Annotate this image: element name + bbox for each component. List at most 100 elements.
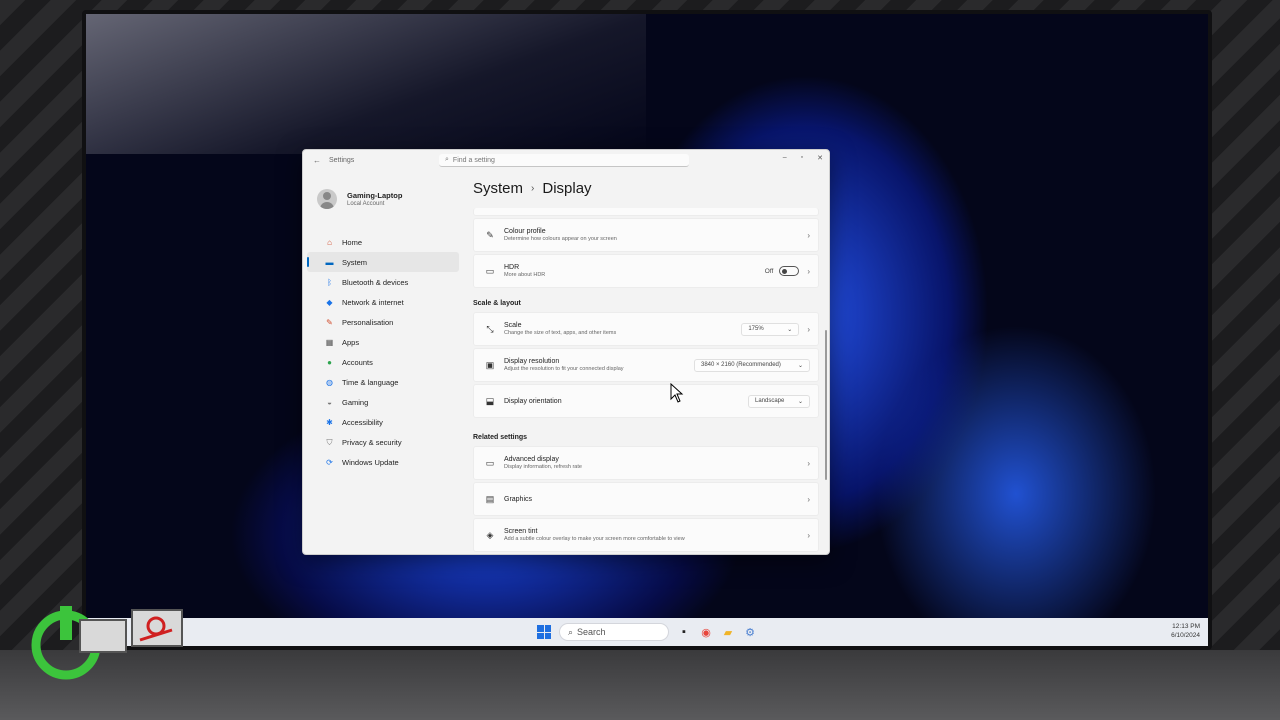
windows-start-icon[interactable] [537, 625, 551, 639]
avatar [317, 189, 337, 209]
search-icon: ⌕ [568, 626, 574, 637]
orientation-value: Landscape [755, 398, 785, 404]
taskbar-search[interactable]: ⌕ Search [559, 623, 669, 641]
screen-tint-desc: Add a subtle colour overlay to make your… [504, 536, 685, 542]
desk-surface [0, 650, 1280, 720]
maximize-button[interactable]: ▫ [801, 154, 803, 162]
breadcrumb: System › Display [463, 170, 829, 208]
globe-icon: ◍ [326, 377, 333, 387]
sidebar-item-accounts[interactable]: ● Accounts [307, 352, 459, 372]
search-input[interactable]: ⌕ Find a setting [439, 154, 689, 167]
account-icon: ● [327, 357, 332, 367]
sidebar-item-windows-update[interactable]: ⟳ Windows Update [307, 452, 459, 472]
minimize-button[interactable]: – [783, 154, 787, 162]
orientation-card[interactable]: ⬓ Display orientation Landscape ⌄ [473, 384, 819, 418]
search-icon: ⌕ [445, 156, 449, 163]
title-bar: ← Settings ⌕ Find a setting – ▫ ✕ [303, 150, 829, 170]
accessibility-icon: ✱ [326, 417, 333, 427]
section-scale-layout: Scale & layout [473, 300, 521, 307]
profile-account-type: Local Account [347, 201, 385, 207]
resolution-desc: Adjust the resolution to fit your connec… [504, 366, 624, 372]
sidebar-item-apps[interactable]: ▦ Apps [307, 332, 459, 352]
search-placeholder: Find a setting [452, 156, 495, 164]
app-title: Settings [329, 156, 355, 164]
chevron-down-icon: ⌄ [797, 398, 803, 405]
sidebar-item-system[interactable]: ▬ System [307, 252, 459, 272]
chevron-down-icon: ⌄ [797, 362, 803, 369]
monitor-icon: ▬ [325, 257, 334, 267]
channel-logo-icon [31, 606, 183, 680]
clock-date: 6/10/2024 [1171, 632, 1200, 639]
screen-tint-title: Screen tint [504, 528, 538, 535]
folder-icon[interactable]: ▰ [721, 625, 735, 639]
wifi-icon: ◆ [326, 297, 333, 307]
back-arrow-icon[interactable]: ← [313, 156, 321, 165]
chevron-right-icon: › [807, 458, 810, 468]
graphics-title: Graphics [504, 495, 533, 503]
chevron-right-icon: › [807, 230, 810, 240]
home-icon: ⌂ [327, 237, 332, 247]
clock-time: 12:13 PM [1172, 623, 1200, 630]
hdr-toggle-group: Off [765, 266, 800, 276]
hdr-card[interactable]: ▭ HDR More about HDR Off › [473, 254, 819, 288]
hdr-link[interactable]: More about HDR [504, 272, 765, 278]
sidebar-item-gaming[interactable]: ◒ Gaming [307, 392, 459, 412]
task-view-icon[interactable]: ▪ [677, 625, 691, 639]
window-controls: – ▫ ✕ [783, 154, 823, 162]
scale-card[interactable]: ⤡ Scale Change the size of text, apps, a… [473, 312, 819, 346]
breadcrumb-separator-icon: › [531, 183, 535, 194]
chrome-icon[interactable]: ◉ [699, 625, 713, 639]
colour-profile-card[interactable]: ✎ Colour profile Determine how colours a… [473, 218, 819, 252]
update-icon: ⟳ [326, 457, 333, 467]
display-icon: ▭ [485, 457, 495, 468]
section-related-settings: Related settings [473, 434, 528, 441]
advanced-display-desc: Display information, refresh rate [504, 464, 582, 470]
settings-gear-icon[interactable]: ⚙ [743, 625, 757, 639]
chevron-right-icon: › [807, 324, 810, 334]
colour-profile-title: Colour profile [504, 228, 546, 235]
taskbar: ⌕ Search ▪ ◉ ▰ ⚙ 12:13 PM 6/10/2024 [86, 618, 1208, 646]
screen-tint-card[interactable]: ◈ Screen tint Add a subtle colour overla… [473, 518, 819, 552]
sidebar-item-network[interactable]: ◆ Network & internet [307, 292, 459, 312]
pen-icon: ✎ [486, 229, 494, 240]
close-button[interactable]: ✕ [817, 154, 823, 162]
chevron-right-icon: › [807, 266, 810, 276]
monitor-screen: ← Settings ⌕ Find a setting – ▫ ✕ Gaming… [82, 10, 1212, 650]
hdr-toggle[interactable] [779, 266, 800, 276]
apps-icon: ▦ [325, 337, 334, 347]
sidebar-item-bluetooth[interactable]: ᛒ Bluetooth & devices [307, 272, 459, 292]
chevron-right-icon: › [807, 530, 810, 540]
partial-card-top [473, 208, 819, 216]
taskbar-clock[interactable]: 12:13 PM 6/10/2024 [1171, 622, 1200, 640]
sidebar-item-home[interactable]: ⌂ Home [307, 232, 459, 252]
sidebar-item-accessibility[interactable]: ✱ Accessibility [307, 412, 459, 432]
sidebar-item-privacy[interactable]: ⛉ Privacy & security [307, 432, 459, 452]
colour-profile-desc: Determine how colours appear on your scr… [504, 236, 617, 242]
bluetooth-icon: ᛒ [327, 277, 332, 287]
resolution-select[interactable]: 3840 × 2160 (Recommended) ⌄ [694, 358, 810, 372]
gamepad-icon: ◒ [327, 397, 332, 407]
settings-window: ← Settings ⌕ Find a setting – ▫ ✕ Gaming… [302, 149, 830, 555]
orientation-select[interactable]: Landscape ⌄ [748, 394, 810, 408]
resolution-icon: ▣ [485, 359, 495, 370]
hdr-toggle-label: Off [764, 267, 774, 275]
chevron-right-icon: › [807, 494, 810, 504]
layers-icon: ◈ [486, 529, 494, 540]
resolution-card[interactable]: ▣ Display resolution Adjust the resoluti… [473, 348, 819, 382]
sidebar-item-personalisation[interactable]: ✎ Personalisation [307, 312, 459, 332]
scale-select[interactable]: 175% ⌄ [741, 322, 800, 336]
breadcrumb-parent[interactable]: System [473, 180, 523, 197]
mouse-cursor-icon [670, 383, 684, 403]
graphics-card[interactable]: ▤ Graphics › [473, 482, 819, 516]
scale-desc: Change the size of text, apps, and other… [504, 330, 617, 336]
shield-icon: ⛉ [326, 437, 333, 447]
advanced-display-card[interactable]: ▭ Advanced display Display information, … [473, 446, 819, 480]
sidebar-nav: ⌂ Home ▬ System ᛒ Bluetooth & devices ◆ Netw… [303, 218, 463, 472]
taskbar-search-label: Search [577, 627, 606, 637]
sidebar: Gaming-Laptop Local Account ⌂ Home ▬ Syste… [303, 170, 463, 554]
hdr-title: HDR [504, 264, 520, 271]
profile[interactable]: Gaming-Laptop Local Account [303, 170, 463, 218]
profile-name: Gaming-Laptop [347, 191, 403, 200]
content-scrollbar[interactable] [825, 330, 827, 480]
sidebar-item-time-language[interactable]: ◍ Time & language [307, 372, 459, 392]
